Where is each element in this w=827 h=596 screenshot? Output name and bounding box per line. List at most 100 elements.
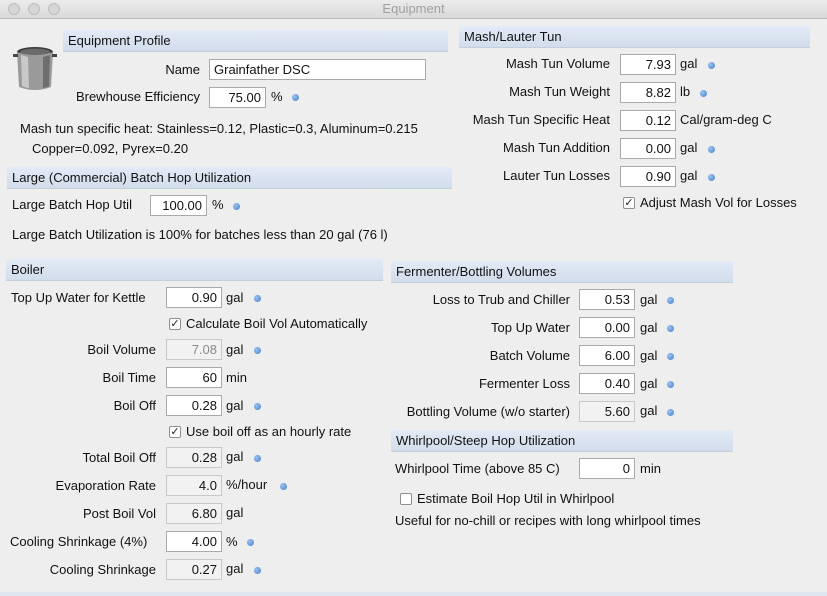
- calc-boil-vol-checkbox[interactable]: ✓: [169, 318, 181, 330]
- info-dot-icon[interactable]: [292, 94, 299, 101]
- boil-time-input[interactable]: 60: [166, 367, 222, 388]
- efficiency-input[interactable]: 75.00: [209, 87, 266, 108]
- fermenter-loss-label: Fermenter Loss: [478, 376, 570, 391]
- efficiency-unit: %: [271, 89, 283, 104]
- fermenter-loss-input[interactable]: 0.40: [579, 373, 635, 394]
- mash-tun-specific-heat-label: Mash Tun Specific Heat: [472, 112, 610, 127]
- large-batch-header: Large (Commercial) Batch Hop Utilization: [7, 167, 452, 189]
- post-boil-vol-input[interactable]: 6.80: [166, 503, 222, 524]
- boil-volume-input[interactable]: 7.08: [166, 339, 222, 360]
- fermenter-topup-unit: gal: [640, 320, 658, 335]
- info-dot-icon[interactable]: [667, 325, 674, 332]
- boil-off-unit: gal: [226, 398, 244, 413]
- whirlpool-time-unit: min: [640, 461, 661, 476]
- info-dot-icon[interactable]: [247, 539, 254, 546]
- total-boil-off-label: Total Boil Off: [82, 450, 156, 465]
- info-dot-icon[interactable]: [708, 146, 715, 153]
- cooling-shrinkage-pct-label: Cooling Shrinkage (4%): [10, 534, 148, 549]
- mash-tun-weight-input[interactable]: 8.82: [620, 82, 676, 103]
- info-dot-icon[interactable]: [254, 347, 261, 354]
- large-batch-util-label: Large Batch Hop Util: [12, 197, 132, 212]
- mash-tun-addition-label: Mash Tun Addition: [503, 140, 610, 155]
- adjust-mash-vol-checkbox[interactable]: ✓: [623, 197, 635, 209]
- info-dot-icon[interactable]: [667, 381, 674, 388]
- title-bar: Equipment: [0, 0, 827, 19]
- hourly-rate-checkbox[interactable]: ✓: [169, 426, 181, 438]
- mash-tun-specific-heat-unit: Cal/gram-deg C: [680, 112, 772, 127]
- trub-loss-label: Loss to Trub and Chiller: [432, 292, 570, 307]
- info-dot-icon[interactable]: [254, 455, 261, 462]
- batch-volume-input[interactable]: 6.00: [579, 345, 635, 366]
- info-dot-icon[interactable]: [667, 409, 674, 416]
- bottling-volume-unit: gal: [640, 403, 658, 418]
- post-boil-vol-unit: gal: [226, 505, 244, 520]
- name-label: Name: [165, 62, 200, 77]
- trub-loss-unit: gal: [640, 292, 658, 307]
- mash-tun-addition-unit: gal: [680, 140, 698, 155]
- boil-off-label: Boil Off: [113, 398, 156, 413]
- info-dot-icon[interactable]: [700, 90, 707, 97]
- evaporation-rate-unit: %/hour: [226, 477, 268, 492]
- whirlpool-note: Useful for no-chill or recipes with long…: [395, 513, 701, 528]
- mash-tun-addition-input[interactable]: 0.00: [620, 138, 676, 159]
- mash-tun-volume-unit: gal: [680, 56, 698, 71]
- lauter-tun-losses-input[interactable]: 0.90: [620, 166, 676, 187]
- estimate-whirlpool-label: Estimate Boil Hop Util in Whirlpool: [417, 491, 615, 506]
- estimate-whirlpool-checkbox[interactable]: [400, 493, 412, 505]
- mash-tun-header: Mash/Lauter Tun: [459, 26, 810, 48]
- fermenter-topup-label: Top Up Water: [491, 320, 570, 335]
- efficiency-label: Brewhouse Efficiency: [75, 89, 200, 104]
- cooling-shrinkage-input[interactable]: 0.27: [166, 559, 222, 580]
- info-dot-icon[interactable]: [708, 174, 715, 181]
- boil-time-unit: min: [226, 370, 247, 385]
- total-boil-off-input[interactable]: 0.28: [166, 447, 222, 468]
- large-batch-util-input[interactable]: 100.00: [150, 195, 207, 216]
- fermenter-loss-unit: gal: [640, 376, 658, 391]
- boil-time-label: Boil Time: [102, 370, 156, 385]
- lauter-tun-losses-label: Lauter Tun Losses: [503, 168, 610, 183]
- info-dot-icon[interactable]: [667, 353, 674, 360]
- large-batch-note: Large Batch Utilization is 100% for batc…: [12, 227, 388, 242]
- mash-tun-specific-heat-input[interactable]: 0.12: [620, 110, 676, 131]
- boil-volume-label: Boil Volume: [87, 342, 156, 357]
- trub-loss-input[interactable]: 0.53: [579, 289, 635, 310]
- adjust-mash-vol-label: Adjust Mash Vol for Losses: [640, 195, 797, 210]
- whirlpool-time-input[interactable]: 0: [579, 458, 635, 479]
- cooling-shrinkage-pct-unit: %: [226, 534, 238, 549]
- info-dot-icon[interactable]: [280, 483, 287, 490]
- hourly-rate-label: Use boil off as an hourly rate: [186, 424, 352, 439]
- mash-tun-volume-label: Mash Tun Volume: [505, 56, 610, 71]
- cooling-shrinkage-label: Cooling Shrinkage: [49, 562, 156, 577]
- boil-off-input[interactable]: 0.28: [166, 395, 222, 416]
- kettle-icon: [13, 47, 57, 90]
- topup-kettle-input[interactable]: 0.90: [166, 287, 222, 308]
- boil-volume-unit: gal: [226, 342, 244, 357]
- name-input[interactable]: Grainfather DSC: [209, 59, 426, 80]
- batch-volume-label: Batch Volume: [489, 348, 570, 363]
- lauter-tun-losses-unit: gal: [680, 168, 698, 183]
- info-dot-icon[interactable]: [708, 62, 715, 69]
- info-dot-icon[interactable]: [233, 203, 240, 210]
- mash-tun-weight-unit: lb: [680, 84, 691, 99]
- mash-tun-volume-input[interactable]: 7.93: [620, 54, 676, 75]
- topup-kettle-label: Top Up Water for Kettle: [11, 290, 146, 305]
- info-dot-icon[interactable]: [667, 297, 674, 304]
- cooling-shrinkage-pct-input[interactable]: 4.00: [166, 531, 222, 552]
- bottling-volume-input[interactable]: 5.60: [579, 401, 635, 422]
- calc-boil-vol-label: Calculate Boil Vol Automatically: [186, 316, 368, 331]
- bottom-strip: [0, 592, 827, 596]
- fermenter-topup-input[interactable]: 0.00: [579, 317, 635, 338]
- large-batch-util-unit: %: [212, 197, 224, 212]
- info-dot-icon[interactable]: [254, 295, 261, 302]
- bottling-volume-label: Bottling Volume (w/o starter): [406, 404, 570, 419]
- equipment-panel: Equipment Profile Name Grainfather DSC B…: [0, 19, 827, 596]
- info-dot-icon[interactable]: [254, 567, 261, 574]
- total-boil-off-unit: gal: [226, 449, 244, 464]
- boiler-header: Boiler: [6, 259, 383, 281]
- topup-kettle-unit: gal: [226, 290, 244, 305]
- fermenter-header: Fermenter/Bottling Volumes: [391, 261, 733, 283]
- info-dot-icon[interactable]: [254, 403, 261, 410]
- evaporation-rate-input[interactable]: 4.0: [166, 475, 222, 496]
- post-boil-vol-label: Post Boil Vol: [83, 506, 156, 521]
- mash-tun-weight-label: Mash Tun Weight: [509, 84, 610, 99]
